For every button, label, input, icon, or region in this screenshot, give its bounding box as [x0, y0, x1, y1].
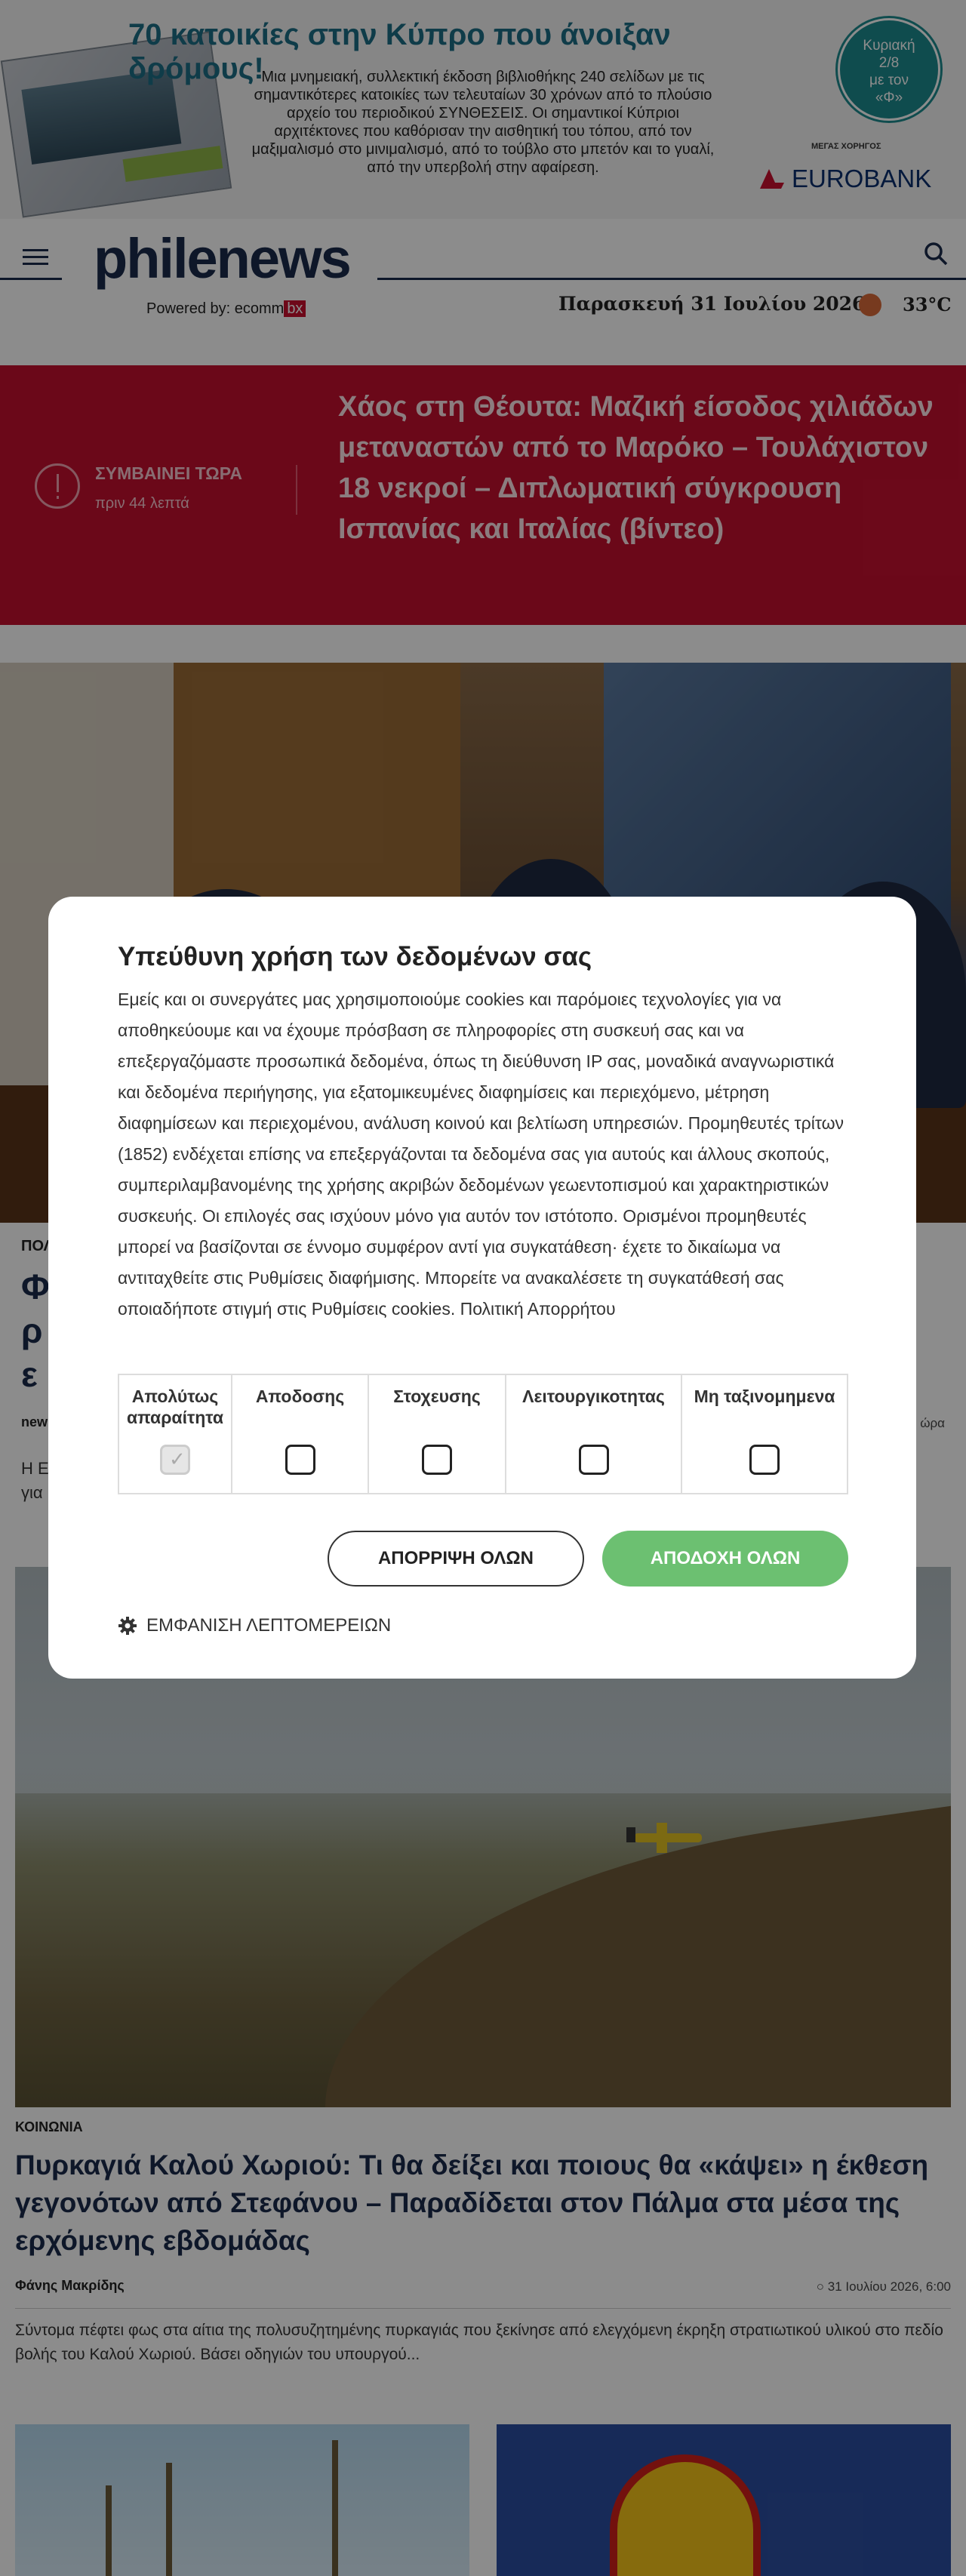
cookie-consent-modal: Υπεύθυνη χρήση των δεδομένων σας Εμείς κ… — [48, 897, 916, 1679]
consent-category: Λειτουργικοτητας — [506, 1375, 682, 1493]
consent-category: Αποδοσης — [232, 1375, 369, 1493]
accept-all-button[interactable]: ΑΠΟΔΟΧΗ ΟΛΩΝ — [602, 1531, 848, 1587]
consent-checkbox-functionality[interactable] — [578, 1445, 609, 1475]
consent-checkbox-unclassified[interactable] — [749, 1445, 780, 1475]
consent-category-label: Λειτουργικοτητας — [522, 1386, 665, 1406]
consent-category: Απολύτως απαραίτητα — [119, 1375, 232, 1493]
show-details-link[interactable]: ΕΜΦΑΝΙΣΗ ΛΕΠΤΟΜΕΡΕΙΩΝ — [118, 1615, 391, 1636]
consent-category-label: Μη ταξινομημενα — [694, 1386, 835, 1406]
consent-category-label: Απολύτως απαραίτητα — [126, 1386, 224, 1427]
consent-category: Μη ταξινομημενα — [682, 1375, 847, 1493]
consent-title: Υπεύθυνη χρήση των δεδομένων σας — [118, 942, 592, 971]
consent-text: Εμείς και οι συνεργάτες μας χρησιμοποιού… — [118, 989, 844, 1319]
consent-checkbox-performance[interactable] — [285, 1445, 315, 1475]
reject-all-button[interactable]: ΑΠΟΡΡΙΨΗ ΟΛΩΝ — [328, 1531, 584, 1587]
consent-category: Στοχευσης — [369, 1375, 506, 1493]
consent-categories: Απολύτως απαραίτητα Αποδοσης Στοχευσης Λ… — [118, 1374, 848, 1494]
consent-category-label: Στοχευσης — [393, 1386, 481, 1406]
show-details-label: ΕΜΦΑΝΙΣΗ ΛΕΠΤΟΜΕΡΕΙΩΝ — [146, 1615, 392, 1636]
gear-icon — [118, 1617, 137, 1635]
consent-checkbox-necessary — [160, 1445, 190, 1475]
consent-checkbox-targeting[interactable] — [422, 1445, 452, 1475]
consent-category-label: Αποδοσης — [255, 1386, 345, 1406]
